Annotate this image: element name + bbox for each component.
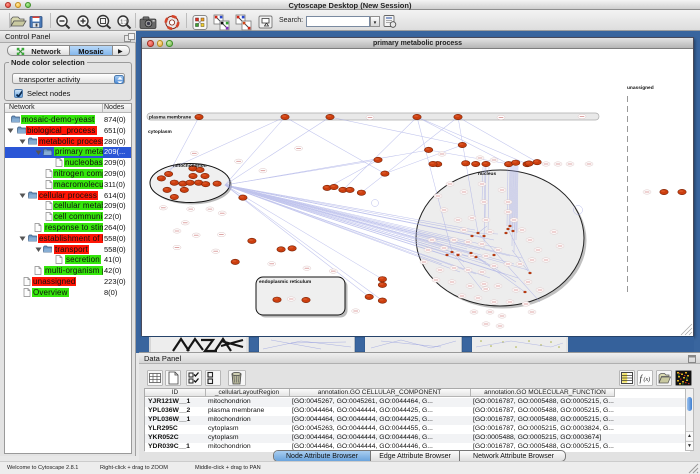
svg-text:(x): (x) <box>644 376 651 383</box>
svg-text:plasma membrane: plasma membrane <box>149 114 191 120</box>
svg-text:unassigned: unassigned <box>627 85 654 91</box>
svg-text:endoplasmic reticulum: endoplasmic reticulum <box>259 279 311 285</box>
svg-text:nucleus: nucleus <box>478 171 496 177</box>
svg-text:mitochondrion: mitochondrion <box>173 163 207 169</box>
svg-text:1:1: 1:1 <box>120 20 128 26</box>
svg-text:cytoplasm: cytoplasm <box>148 129 172 135</box>
